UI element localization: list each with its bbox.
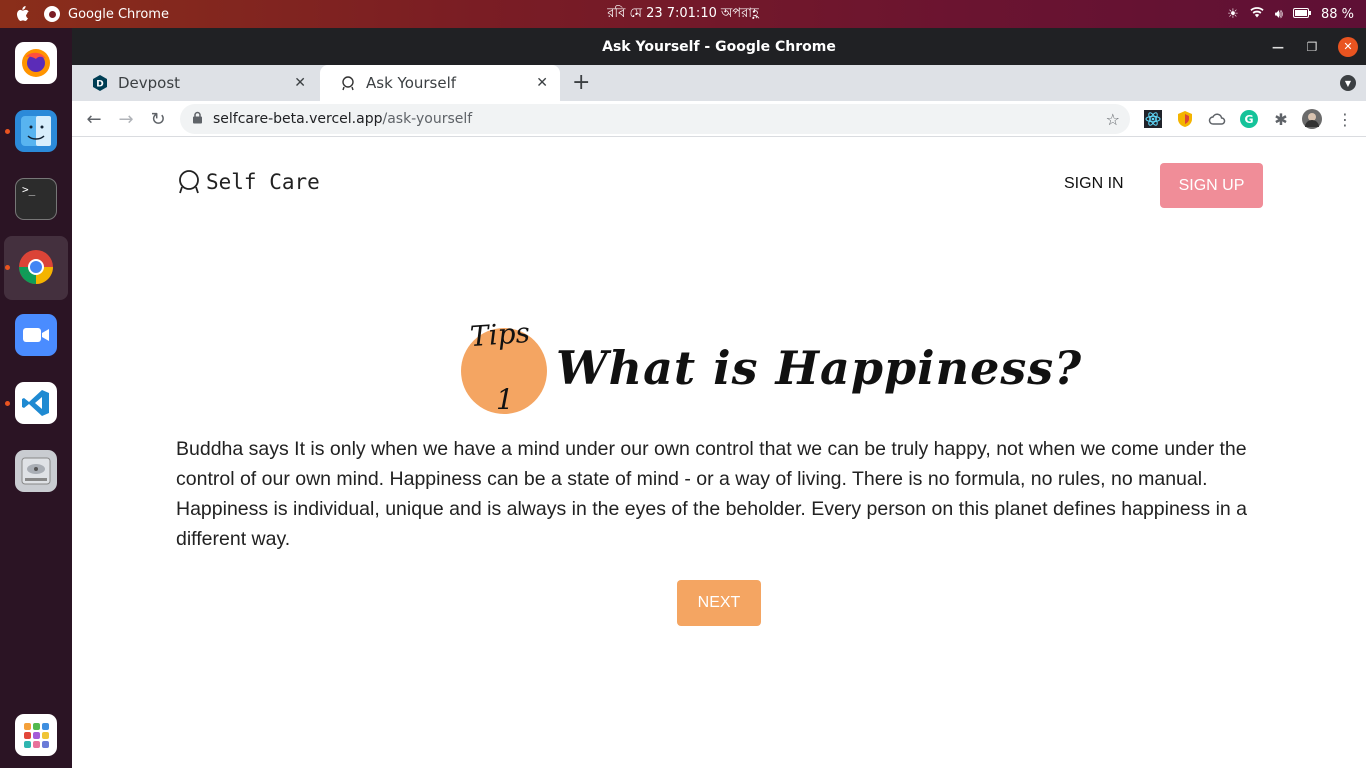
url-host: selfcare-beta.vercel.app [213,111,383,127]
wifi-icon [1249,6,1265,22]
close-window-button[interactable]: ✕ [1338,36,1358,57]
minimize-button[interactable]: — [1270,40,1286,54]
devpost-icon: D [92,75,108,91]
bookmark-star-icon[interactable]: ☆ [1106,110,1120,129]
chrome-window: Ask Yourself - Google Chrome — ❐ ✕ D Dev… [72,28,1366,768]
dock-disk[interactable] [15,450,57,492]
address-bar[interactable]: selfcare-beta.vercel.app/ask-yourself ☆ [180,104,1130,134]
chrome-icon [19,250,53,284]
dock-terminal[interactable]: >_ [15,178,57,220]
site-logo[interactable]: Self Care [176,169,320,195]
chrome-icon [44,6,60,22]
firefox-icon [22,49,50,77]
back-button[interactable]: ← [82,107,106,131]
sign-in-link[interactable]: SIGN IN [1064,175,1124,193]
cloud-icon[interactable] [1207,109,1227,129]
dock-chrome[interactable] [15,246,57,288]
tab-search-icon[interactable]: ▼ [1340,75,1356,91]
window-titlebar[interactable]: Ask Yourself - Google Chrome — ❐ ✕ [72,28,1366,65]
close-tab-icon[interactable]: ✕ [294,75,306,91]
vscode-icon [22,390,49,416]
dock-vscode[interactable] [15,382,57,424]
tips-number: 1 [496,383,514,416]
selfcare-favicon-icon [340,75,356,91]
extensions-puzzle-icon[interactable]: ✱ [1271,109,1291,129]
svg-text:G: G [1244,113,1253,126]
tab-label: Devpost [118,74,181,92]
url-path: /ask-yourself [382,111,473,127]
extension-shield-icon[interactable] [1175,109,1195,129]
tips-label: Tips [468,315,532,354]
battery-percent: 88 % [1320,6,1354,22]
disk-icon [21,457,51,485]
app-grid-icon [24,723,49,748]
zoom-camera-icon [23,328,49,342]
dock-finder[interactable] [15,110,57,152]
browser-toolbar: ← → ↻ selfcare-beta.vercel.app/ask-yours… [72,101,1366,137]
lock-icon[interactable] [192,111,203,127]
brightness-icon: ☀ [1227,6,1239,22]
active-app-indicator[interactable]: Google Chrome [44,6,169,22]
window-title: Ask Yourself - Google Chrome [602,38,836,55]
reload-button[interactable]: ↻ [146,107,170,131]
close-tab-icon[interactable]: ✕ [536,75,548,91]
site-logo-text: Self Care [206,170,320,194]
terminal-icon: >_ [22,183,36,196]
profile-avatar[interactable] [1302,109,1322,129]
battery-icon [1292,7,1311,22]
finder-icon [21,116,51,146]
tab-devpost[interactable]: D Devpost ✕ [72,65,318,101]
selfcare-logo-icon [179,170,199,194]
dock-zoom[interactable] [15,314,57,356]
tip-body-text: Buddha says It is only when we have a mi… [176,438,1248,550]
tab-strip: D Devpost ✕ Ask Yourself ✕ + ▼ [72,65,1366,101]
chrome-menu-icon[interactable]: ⋮ [1335,109,1355,129]
dock-firefox[interactable] [15,42,57,84]
active-app-name: Google Chrome [68,6,169,22]
dock-app-grid[interactable] [15,714,57,756]
maximize-button[interactable]: ❐ [1304,40,1320,54]
new-tab-button[interactable]: + [572,71,590,95]
page-heading: What is Happiness? [556,341,1083,395]
tab-ask-yourself[interactable]: Ask Yourself ✕ [320,65,560,101]
tab-label: Ask Yourself [366,74,457,92]
status-area[interactable]: ☀ 🔊︎ 88 % [1227,0,1354,28]
react-devtools-icon[interactable] [1143,109,1163,129]
clock[interactable]: রবি মে 23 7:01:10 অপরাহ্ণ [607,6,759,21]
next-button[interactable]: NEXT [677,580,761,626]
forward-button[interactable]: → [114,107,138,131]
dock: >_ [0,28,72,768]
grammarly-icon[interactable]: G [1239,109,1259,129]
page-content: Self Care SIGN IN SIGN UP Tips 1 What is… [72,137,1366,768]
svg-text:D: D [96,80,103,90]
volume-icon: 🔊︎ [1274,6,1283,22]
sign-up-button[interactable]: SIGN UP [1160,163,1263,208]
system-top-bar: Google Chrome রবি মে 23 7:01:10 অপরাহ্ণ … [0,0,1366,28]
apple-menu-icon[interactable] [0,5,44,23]
